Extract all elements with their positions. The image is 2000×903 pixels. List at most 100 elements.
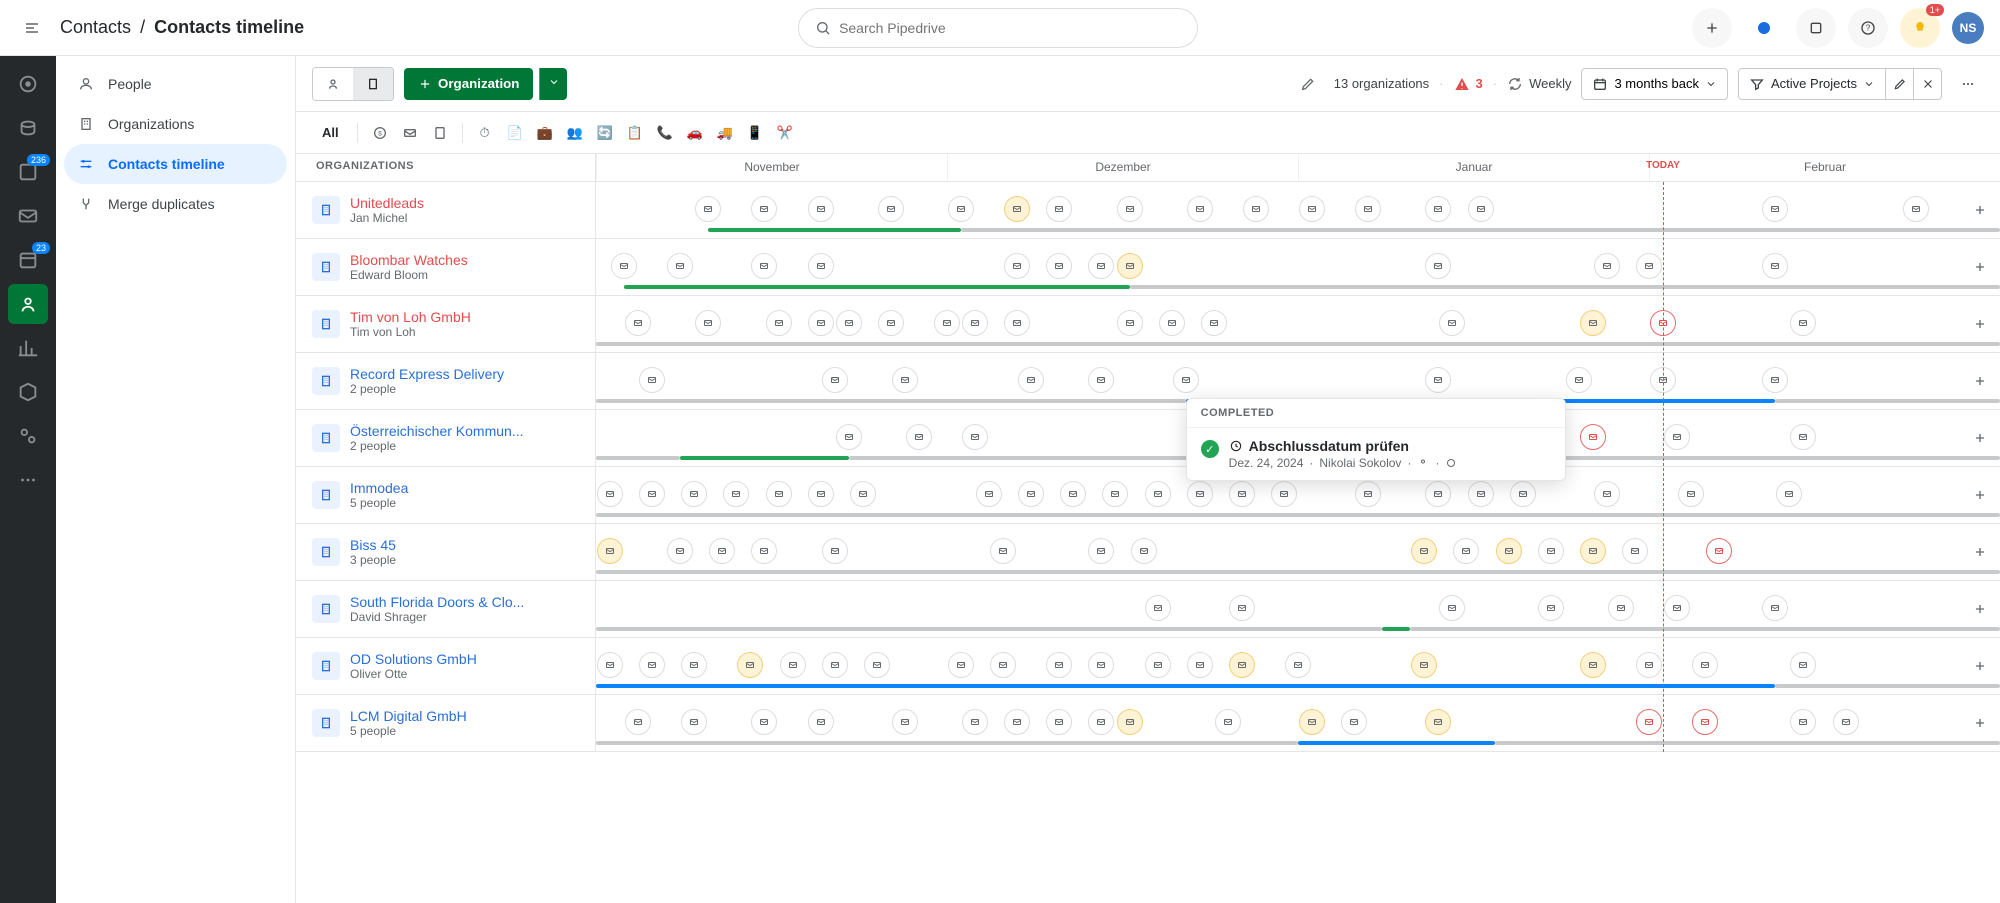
activity-marker[interactable]	[737, 652, 763, 678]
activity-marker[interactable]	[836, 424, 862, 450]
activity-marker[interactable]	[1088, 652, 1114, 678]
filter-file[interactable]: 📄	[501, 119, 529, 147]
filter-car[interactable]: 🚗	[681, 119, 709, 147]
activity-marker[interactable]	[1117, 253, 1143, 279]
view-org-button[interactable]	[353, 68, 393, 100]
hamburger-menu-button[interactable]	[16, 12, 48, 44]
more-options-button[interactable]	[1952, 68, 1984, 100]
filter-call[interactable]: 📞	[651, 119, 679, 147]
activity-marker[interactable]	[1790, 652, 1816, 678]
view-person-button[interactable]	[313, 68, 353, 100]
activity-marker[interactable]	[1088, 253, 1114, 279]
activity-marker[interactable]	[1117, 310, 1143, 336]
activity-marker[interactable]	[1664, 595, 1690, 621]
activity-marker[interactable]	[1088, 538, 1114, 564]
activity-marker[interactable]	[850, 481, 876, 507]
activity-marker[interactable]	[1018, 481, 1044, 507]
activity-marker[interactable]	[892, 709, 918, 735]
activity-marker[interactable]	[1088, 709, 1114, 735]
filter-chip-body[interactable]: Active Projects	[1739, 76, 1885, 92]
activity-marker[interactable]	[1004, 709, 1030, 735]
activity-marker[interactable]	[1439, 595, 1465, 621]
activity-marker[interactable]	[934, 310, 960, 336]
rail-projects[interactable]: 236	[8, 152, 48, 192]
activity-marker[interactable]	[1636, 253, 1662, 279]
activity-marker[interactable]	[808, 253, 834, 279]
activity-marker[interactable]	[639, 367, 665, 393]
activity-marker[interactable]	[639, 481, 665, 507]
activity-marker[interactable]	[1299, 196, 1325, 222]
add-activity-button[interactable]	[1968, 426, 1992, 450]
org-name-link[interactable]: LCM Digital GmbH	[350, 708, 579, 724]
activity-marker[interactable]	[1355, 196, 1381, 222]
search-input[interactable]	[839, 20, 1181, 36]
activity-marker[interactable]	[808, 196, 834, 222]
add-activity-button[interactable]	[1968, 540, 1992, 564]
activity-marker[interactable]	[1187, 652, 1213, 678]
activity-marker[interactable]	[1088, 367, 1114, 393]
filter-edit-button[interactable]	[1885, 69, 1913, 99]
activity-marker[interactable]	[1622, 538, 1648, 564]
activity-marker[interactable]	[1201, 310, 1227, 336]
activity-marker[interactable]	[1692, 709, 1718, 735]
sidebar-item-contacts-timeline[interactable]: Contacts timeline	[64, 144, 287, 184]
marketplace-button[interactable]	[1796, 8, 1836, 48]
activity-marker[interactable]	[1243, 196, 1269, 222]
rail-contacts[interactable]	[8, 284, 48, 324]
filter-briefcase[interactable]: 💼	[531, 119, 559, 147]
activity-marker[interactable]	[1173, 367, 1199, 393]
org-name-link[interactable]: Bloombar Watches	[350, 252, 579, 268]
activity-marker[interactable]	[822, 538, 848, 564]
add-activity-button[interactable]	[1968, 312, 1992, 336]
org-name-link[interactable]: Immodea	[350, 480, 579, 496]
activity-marker[interactable]	[878, 196, 904, 222]
activity-marker[interactable]	[667, 538, 693, 564]
global-search[interactable]	[798, 8, 1198, 48]
activity-marker[interactable]	[681, 652, 707, 678]
activity-marker[interactable]	[976, 481, 1002, 507]
activity-marker[interactable]	[1046, 196, 1072, 222]
activity-marker[interactable]	[681, 481, 707, 507]
activity-marker[interactable]	[822, 652, 848, 678]
activity-marker[interactable]	[780, 652, 806, 678]
activity-marker[interactable]	[1046, 652, 1072, 678]
org-name-link[interactable]: OD Solutions GmbH	[350, 651, 579, 667]
activity-marker[interactable]	[1692, 652, 1718, 678]
rail-campaigns[interactable]	[8, 196, 48, 236]
filter-sync[interactable]: 🔄	[591, 119, 619, 147]
activity-marker[interactable]	[1594, 481, 1620, 507]
activity-marker[interactable]	[709, 538, 735, 564]
activity-marker[interactable]	[948, 652, 974, 678]
activity-marker[interactable]	[1608, 595, 1634, 621]
activity-marker[interactable]	[1538, 538, 1564, 564]
activity-marker[interactable]	[1425, 253, 1451, 279]
activity-marker[interactable]	[1762, 367, 1788, 393]
activity-marker[interactable]	[1790, 310, 1816, 336]
activity-marker[interactable]	[1790, 709, 1816, 735]
filter-deal[interactable]: $	[366, 119, 394, 147]
sidebar-item-merge-duplicates[interactable]: Merge duplicates	[56, 184, 295, 224]
date-range-button[interactable]: 3 months back	[1581, 68, 1728, 100]
activity-marker[interactable]	[1762, 253, 1788, 279]
activity-marker[interactable]	[1580, 310, 1606, 336]
activity-marker[interactable]	[1636, 652, 1662, 678]
activity-marker[interactable]	[990, 538, 1016, 564]
activity-marker[interactable]	[1538, 595, 1564, 621]
activity-marker[interactable]	[1271, 481, 1297, 507]
activity-marker[interactable]	[1299, 709, 1325, 735]
rail-activities[interactable]: 23	[8, 240, 48, 280]
activity-marker[interactable]	[1566, 367, 1592, 393]
activity-marker[interactable]	[1650, 310, 1676, 336]
activity-marker[interactable]	[1117, 196, 1143, 222]
activity-marker[interactable]	[1678, 481, 1704, 507]
activity-marker[interactable]	[625, 709, 651, 735]
activity-marker[interactable]	[597, 652, 623, 678]
filter-clock[interactable]: ⏱	[471, 119, 499, 147]
activity-marker[interactable]	[1790, 424, 1816, 450]
activity-marker[interactable]	[1453, 538, 1479, 564]
activity-marker[interactable]	[597, 538, 623, 564]
activity-marker[interactable]	[766, 481, 792, 507]
activity-marker[interactable]	[1004, 196, 1030, 222]
activity-marker[interactable]	[1411, 652, 1437, 678]
activity-marker[interactable]	[1060, 481, 1086, 507]
